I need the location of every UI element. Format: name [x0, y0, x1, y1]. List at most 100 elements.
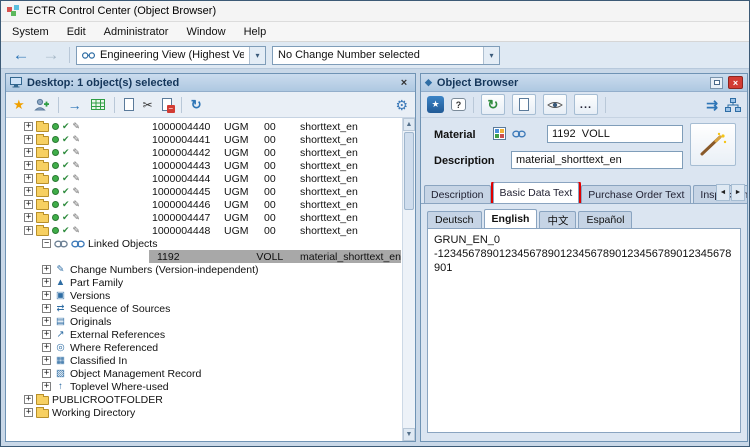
- transfer-arrow-icon[interactable]: →: [68, 98, 82, 112]
- table-row[interactable]: + ✔ ✎ 1000004444 UGM 00 shorttext_en: [6, 172, 402, 185]
- selection-highlight[interactable]: 1192 VOLL material_shorttext_en: [149, 250, 401, 263]
- material-field[interactable]: 1192 VOLL: [547, 125, 683, 143]
- tree-scrollbar[interactable]: ▲ ▼: [402, 118, 415, 441]
- expand-icon[interactable]: +: [24, 161, 33, 170]
- expand-icon[interactable]: +: [42, 317, 51, 326]
- expand-icon[interactable]: +: [24, 408, 33, 417]
- settings-gear-icon[interactable]: ⚙: [395, 98, 408, 112]
- expand-icon[interactable]: +: [24, 135, 33, 144]
- tab-description[interactable]: Description: [424, 185, 491, 203]
- description-field[interactable]: material_shorttext_en: [511, 151, 683, 169]
- tree-item[interactable]: + ⇄ Sequence of Sources: [6, 302, 402, 315]
- expand-icon[interactable]: +: [42, 330, 51, 339]
- view-dropdown[interactable]: Engineering View (Highest Version) ▾: [76, 45, 266, 65]
- preview-button[interactable]: [543, 94, 567, 115]
- expand-icon[interactable]: +: [24, 174, 33, 183]
- chevron-down-icon[interactable]: ▾: [483, 46, 499, 64]
- change-number-dropdown[interactable]: No Change Number selected ▾: [272, 45, 500, 65]
- expand-icon[interactable]: +: [24, 395, 33, 404]
- tab-lang-chinese[interactable]: 中文: [539, 211, 577, 228]
- table-row[interactable]: + ✔ ✎ 1000004441 UGM 00 shorttext_en: [6, 133, 402, 146]
- table-row[interactable]: + ✔ ✎ 1000004447 UGM 00 shorttext_en: [6, 211, 402, 224]
- expand-icon[interactable]: +: [24, 213, 33, 222]
- table-row[interactable]: + ✔ ✎ 1000004446 UGM 00 shorttext_en: [6, 198, 402, 211]
- close-icon[interactable]: ×: [397, 76, 411, 89]
- add-user-icon[interactable]: [33, 98, 49, 111]
- expand-icon[interactable]: +: [42, 304, 51, 313]
- menu-item[interactable]: Help: [235, 24, 276, 40]
- table-row[interactable]: + ✔ ✎ 1000004440 UGM 00 shorttext_en: [6, 120, 402, 133]
- help-bubble-icon[interactable]: ?: [451, 98, 466, 111]
- expand-icon[interactable]: +: [24, 187, 33, 196]
- table-row[interactable]: + ✔ ✎ 1000004445 UGM 00 shorttext_en: [6, 185, 402, 198]
- expand-icon[interactable]: +: [24, 200, 33, 209]
- tree-item[interactable]: + ▲ Part Family: [6, 276, 402, 289]
- expand-icon[interactable]: +: [24, 122, 33, 131]
- table-import-icon[interactable]: [90, 99, 105, 110]
- menu-item[interactable]: Window: [177, 24, 234, 40]
- tab-lang-espanol[interactable]: Español: [578, 211, 633, 228]
- expand-icon[interactable]: +: [42, 291, 51, 300]
- scrollbar-thumb[interactable]: [404, 132, 414, 210]
- table-row[interactable]: + ✔ ✎ 1000004448 UGM 00 shorttext_en: [6, 224, 402, 237]
- scroll-up-icon[interactable]: ▲: [403, 118, 415, 131]
- selected-linked-object-row[interactable]: 1192 VOLL material_shorttext_en: [6, 250, 402, 263]
- desktop-tree: + ✔ ✎ 1000004440 UGM 00 shorttext_en + ✔…: [6, 118, 415, 441]
- table-row[interactable]: + ✔ ✎ 1000004442 UGM 00 shorttext_en: [6, 146, 402, 159]
- expand-icon[interactable]: +: [42, 382, 51, 391]
- close-icon[interactable]: ×: [728, 76, 743, 89]
- material-grid-icon[interactable]: [493, 127, 506, 140]
- menu-item[interactable]: Edit: [58, 24, 95, 40]
- magic-wand-button[interactable]: [690, 123, 736, 166]
- table-row[interactable]: + ✔ ✎ 1000004443 UGM 00 shorttext_en: [6, 159, 402, 172]
- tab-basic-data-text[interactable]: Basic Data Text: [490, 182, 582, 203]
- new-document-icon[interactable]: [123, 98, 134, 111]
- expand-icon[interactable]: +: [42, 278, 51, 287]
- remove-document-icon[interactable]: −: [161, 98, 175, 113]
- expand-icon[interactable]: +: [24, 148, 33, 157]
- back-button[interactable]: ←: [9, 44, 33, 66]
- expand-icon[interactable]: +: [42, 356, 51, 365]
- scroll-down-icon[interactable]: ▼: [403, 428, 415, 441]
- menu-item[interactable]: Administrator: [95, 24, 178, 40]
- hierarchy-icon[interactable]: [725, 97, 741, 112]
- tree-item[interactable]: + ✎ Change Numbers (Version-independent): [6, 263, 402, 276]
- chevron-down-icon[interactable]: ▾: [249, 46, 265, 64]
- refresh-icon[interactable]: ↻: [191, 98, 202, 111]
- tab-scroll-right-icon[interactable]: ►: [731, 184, 745, 201]
- expand-icon[interactable]: +: [42, 343, 51, 352]
- new-document-button[interactable]: [512, 94, 536, 115]
- material-version: 00: [264, 133, 276, 146]
- tree-item-folder[interactable]: + PUBLICROOTFOLDER: [6, 393, 402, 406]
- material-icons: [493, 127, 526, 140]
- link-icon[interactable]: [512, 130, 526, 138]
- more-button[interactable]: ...: [574, 94, 598, 115]
- tree-item[interactable]: + ▣ Versions: [6, 289, 402, 302]
- tab-scroll-left-icon[interactable]: ◄: [716, 184, 730, 201]
- cut-icon[interactable]: ✂: [143, 99, 153, 111]
- forward-double-arrow-icon[interactable]: ⇉: [706, 98, 718, 112]
- tree-item-folder[interactable]: + Working Directory: [6, 406, 402, 419]
- basic-data-text-area[interactable]: GRUN_EN_0 -12345678901234567890123456789…: [427, 228, 741, 433]
- tree-item[interactable]: + ◎ Where Referenced: [6, 341, 402, 354]
- expand-icon[interactable]: +: [42, 265, 51, 274]
- expand-icon[interactable]: +: [24, 226, 33, 235]
- tree-item[interactable]: + ↗ External References: [6, 328, 402, 341]
- forward-button[interactable]: →: [39, 44, 63, 66]
- tab-purchase-order-text[interactable]: Purchase Order Text: [581, 185, 692, 203]
- tree-item[interactable]: + ▧ Object Management Record: [6, 367, 402, 380]
- tree-item[interactable]: + ▤ Originals: [6, 315, 402, 328]
- restore-panel-icon[interactable]: [710, 76, 723, 89]
- favorites-star-icon[interactable]: ★: [13, 98, 25, 111]
- menu-item[interactable]: System: [3, 24, 58, 40]
- tab-lang-deutsch[interactable]: Deutsch: [427, 211, 482, 228]
- tab-lang-english[interactable]: English: [483, 209, 538, 228]
- sync-button[interactable]: ↻: [481, 94, 505, 115]
- tree-item[interactable]: + ▦ Classified In: [6, 354, 402, 367]
- category-icon: ▧: [56, 367, 65, 379]
- tree-item-linked-objects[interactable]: − Linked Objects: [6, 237, 402, 250]
- tree-item[interactable]: + ↑ Toplevel Where-used: [6, 380, 402, 393]
- expand-icon[interactable]: +: [42, 369, 51, 378]
- navigator-icon[interactable]: ★: [427, 96, 444, 113]
- collapse-icon[interactable]: −: [42, 239, 51, 248]
